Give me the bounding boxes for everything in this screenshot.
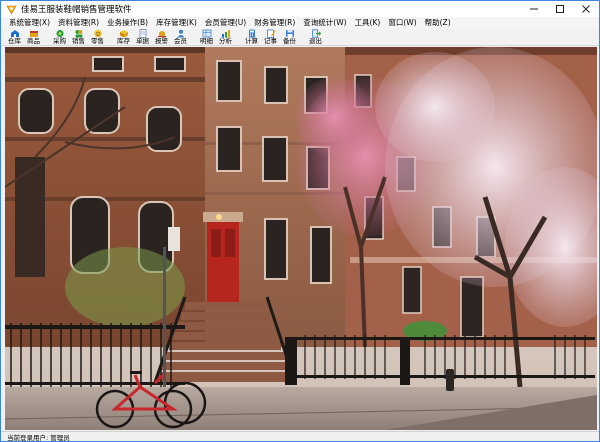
window-title: 佳易王服装鞋帽销售管理软件 (21, 5, 132, 15)
toolbar-retail-button[interactable]: 零售 (89, 29, 106, 45)
menu-system[interactable]: 系统管理(X) (5, 17, 54, 29)
toolbar-inventory-button[interactable]: 库存 (115, 29, 132, 45)
toolbar-alarm-button[interactable]: 报警 (153, 29, 170, 45)
background-photo (5, 47, 597, 430)
menu-window[interactable]: 窗口(W) (384, 17, 420, 29)
app-window: 佳易王服装鞋帽销售管理软件 系统管理(X) 资料管理(R) 业务操作(B) 库存… (0, 0, 600, 442)
menu-query[interactable]: 查询统计(W) (299, 17, 350, 29)
toolbar-warehouse-button[interactable]: 仓库 (6, 29, 23, 45)
toolbar-analysis-button[interactable]: 分析 (217, 29, 234, 45)
menu-member[interactable]: 会员管理(U) (201, 17, 250, 29)
menu-data[interactable]: 资料管理(R) (54, 17, 103, 29)
toolbar-exit-button[interactable]: 退出 (307, 29, 324, 45)
menu-bar: 系统管理(X) 资料管理(R) 业务操作(B) 库存管理(K) 会员管理(U) … (1, 17, 599, 29)
minimize-button[interactable] (521, 1, 547, 17)
status-bar: 当前登录用户: 管理员 (1, 431, 599, 442)
maximize-button[interactable] (547, 1, 573, 17)
toolbar-purchase-button[interactable]: 采购 (51, 29, 68, 45)
toolbar: 仓库 商品 采购 销售 零售 库存 单据 报警 会员 明细 分析 计算 记事 备… (1, 29, 599, 46)
toolbar-detail-button[interactable]: 明细 (198, 29, 215, 45)
app-logo-icon (6, 4, 17, 15)
toolbar-goods-button[interactable]: 商品 (25, 29, 42, 45)
menu-business[interactable]: 业务操作(B) (103, 17, 152, 29)
menu-tools[interactable]: 工具(K) (351, 17, 385, 29)
toolbar-calculator-button[interactable]: 计算 (243, 29, 260, 45)
menu-inventory[interactable]: 库存管理(K) (152, 17, 201, 29)
toolbar-sales-button[interactable]: 销售 (70, 29, 87, 45)
minimize-icon (530, 8, 538, 10)
status-current-user: 当前登录用户: 管理员 (7, 433, 70, 442)
menu-help[interactable]: 帮助(Z) (421, 17, 455, 29)
toolbar-member-button[interactable]: 会员 (172, 29, 189, 45)
toolbar-notepad-button[interactable]: 记事 (262, 29, 279, 45)
toolbar-backup-button[interactable]: 备份 (281, 29, 298, 45)
close-button[interactable] (573, 1, 599, 17)
close-icon (582, 5, 590, 13)
window-controls (521, 1, 599, 17)
maximize-icon (556, 5, 564, 13)
brownstone-street-illustration (5, 47, 597, 430)
toolbar-document-button[interactable]: 单据 (134, 29, 151, 45)
menu-finance[interactable]: 财务管理(R) (250, 17, 299, 29)
title-bar[interactable]: 佳易王服装鞋帽销售管理软件 (1, 1, 599, 17)
